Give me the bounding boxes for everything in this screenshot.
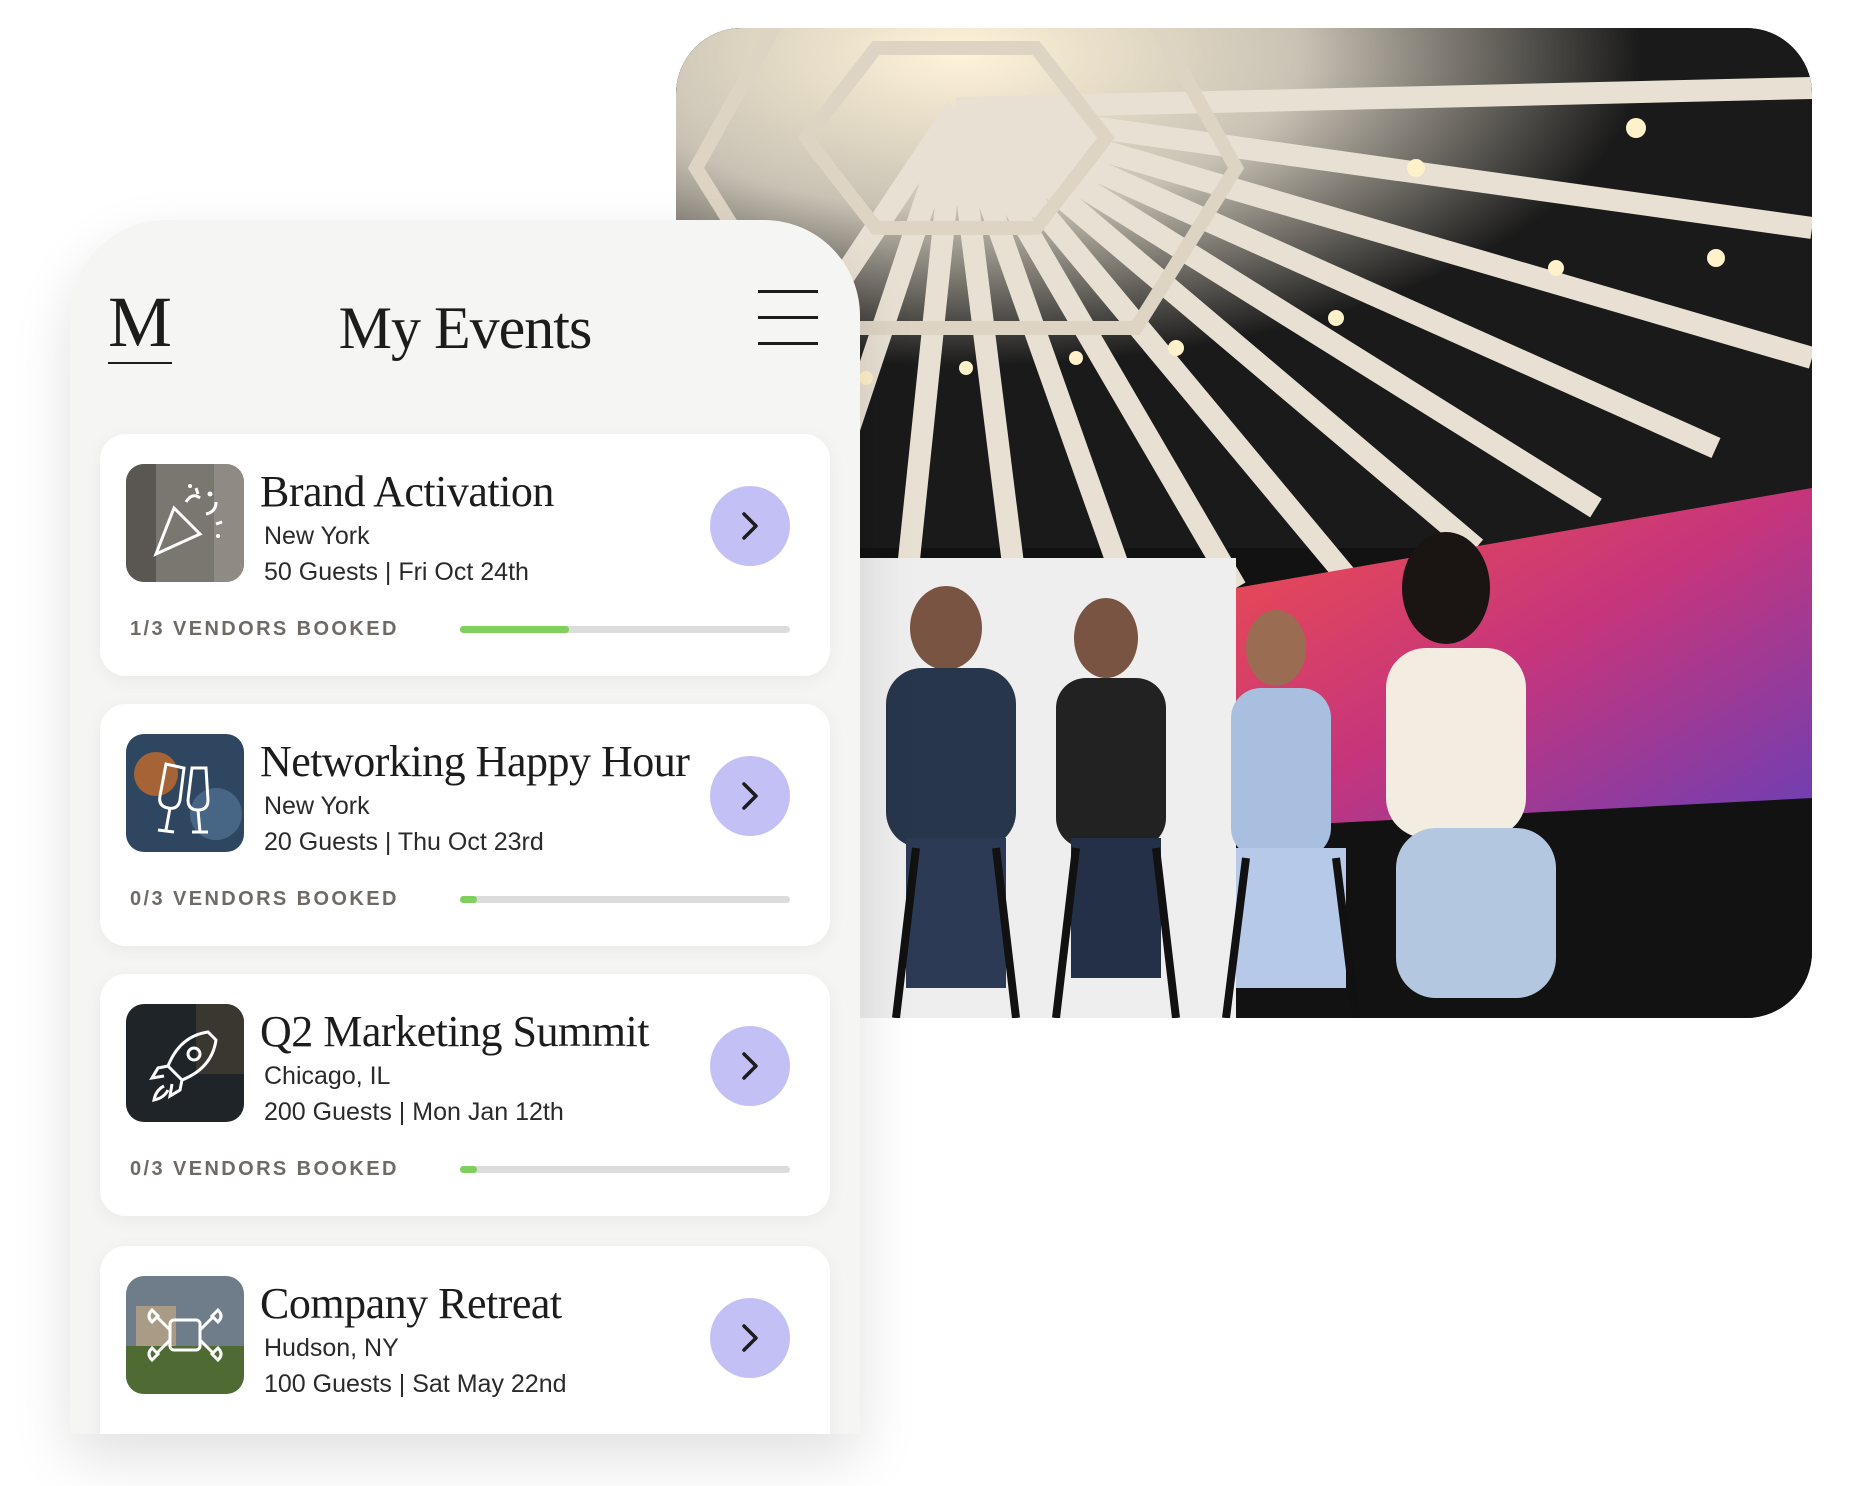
event-card[interactable]: Networking Happy Hour New York 20 Guests… xyxy=(100,704,830,946)
team-hands-icon xyxy=(126,1276,244,1394)
vendors-progress-fill xyxy=(460,626,569,633)
event-details: 50 Guests | Fri Oct 24th xyxy=(264,558,529,586)
hamburger-menu-icon[interactable] xyxy=(758,290,818,346)
open-event-button[interactable] xyxy=(710,486,790,566)
chevron-right-icon xyxy=(742,512,758,540)
event-location: Chicago, IL xyxy=(264,1062,391,1090)
event-location: New York xyxy=(264,792,370,820)
vendors-booked-label: 1/3 VENDORS BOOKED xyxy=(130,618,399,640)
event-details: 200 Guests | Mon Jan 12th xyxy=(264,1098,564,1126)
event-card[interactable]: Brand Activation New York 50 Guests | Fr… xyxy=(100,434,830,676)
vendors-progress-fill xyxy=(460,1166,477,1173)
chevron-right-icon xyxy=(742,782,758,810)
open-event-button[interactable] xyxy=(710,1298,790,1378)
events-panel: M My Events Brand Activation New York 50… xyxy=(70,220,860,1434)
event-title: Q2 Marketing Summit xyxy=(260,1007,649,1056)
open-event-button[interactable] xyxy=(710,756,790,836)
event-thumbnail xyxy=(126,464,244,582)
event-title: Networking Happy Hour xyxy=(260,737,690,786)
chevron-right-icon xyxy=(742,1052,758,1080)
vendors-booked-label: 0/3 VENDORS BOOKED xyxy=(130,1158,399,1180)
event-location: New York xyxy=(264,522,370,550)
event-title: Brand Activation xyxy=(260,467,554,516)
event-location: Hudson, NY xyxy=(264,1334,399,1362)
vendors-progress-fill xyxy=(460,896,477,903)
event-thumbnail xyxy=(126,1004,244,1122)
vendors-progress-bar xyxy=(460,626,790,633)
event-details: 20 Guests | Thu Oct 23rd xyxy=(264,828,544,856)
event-card[interactable]: Company Retreat Hudson, NY 100 Guests | … xyxy=(100,1246,830,1434)
chevron-right-icon xyxy=(742,1324,758,1352)
event-card[interactable]: Q2 Marketing Summit Chicago, IL 200 Gues… xyxy=(100,974,830,1216)
app-header: M My Events xyxy=(70,220,860,420)
event-thumbnail xyxy=(126,734,244,852)
vendors-booked-label: 0/3 VENDORS BOOKED xyxy=(130,888,399,910)
vendors-progress-bar xyxy=(460,1166,790,1173)
event-title: Company Retreat xyxy=(260,1279,562,1328)
open-event-button[interactable] xyxy=(710,1026,790,1106)
rocket-icon xyxy=(126,1004,244,1122)
vendors-progress-bar xyxy=(460,896,790,903)
event-details: 100 Guests | Sat May 22nd xyxy=(264,1370,567,1398)
party-popper-icon xyxy=(126,464,244,582)
champagne-glasses-icon xyxy=(126,734,244,852)
page-title: My Events xyxy=(338,295,593,361)
event-thumbnail xyxy=(126,1276,244,1394)
